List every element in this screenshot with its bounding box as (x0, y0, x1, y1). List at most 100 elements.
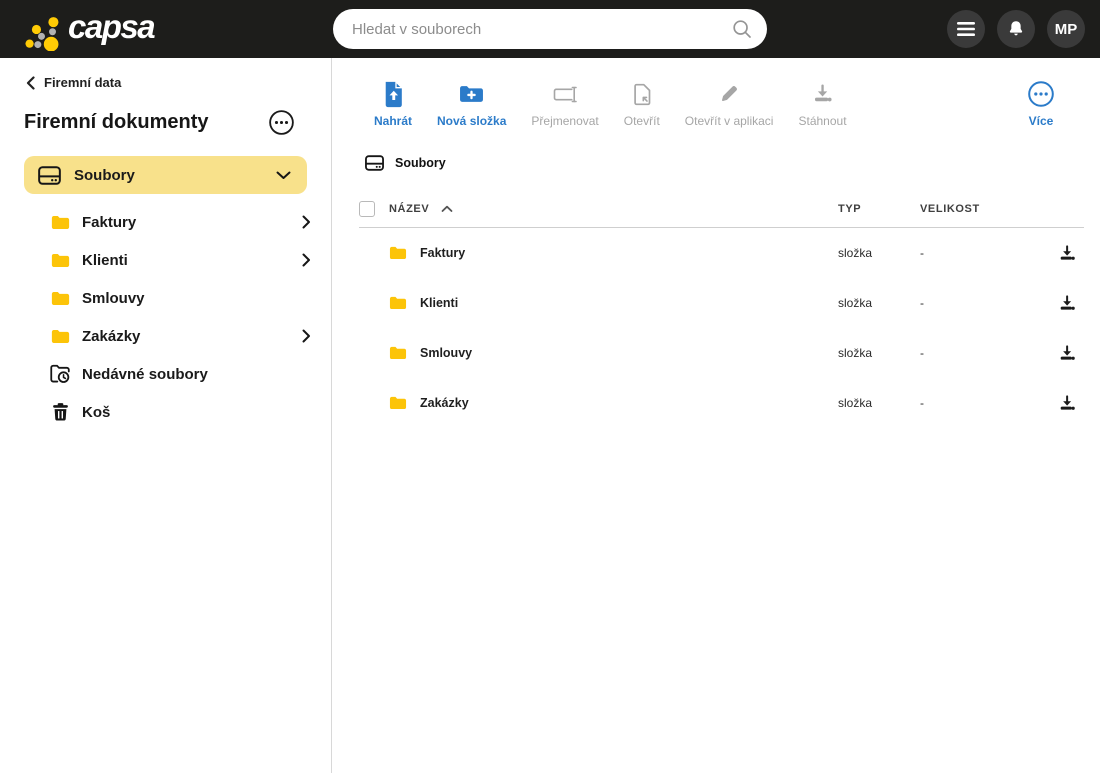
menu-button[interactable] (947, 10, 985, 48)
sort-ascending-icon[interactable] (441, 205, 453, 213)
download-icon (1059, 245, 1076, 262)
active-item-label: Soubory (74, 167, 135, 184)
row-download-button[interactable] (1059, 395, 1084, 412)
file-type: složka (838, 296, 920, 310)
toolbar-button-label: Otevřít (624, 114, 660, 128)
sidebar-item[interactable]: Faktury (0, 203, 331, 241)
breadcrumb[interactable]: Soubory (359, 155, 1084, 171)
search-icon (732, 19, 752, 39)
toolbar-button[interactable]: Nová složka (432, 79, 511, 128)
download-icon (813, 84, 833, 104)
toolbar-button[interactable]: Přejmenovat (526, 79, 603, 128)
drive-icon (38, 166, 61, 185)
file-name: Smlouvy (420, 346, 472, 360)
download-icon (1059, 345, 1076, 362)
brand-name: capsa (68, 8, 154, 46)
sidebar-item[interactable]: Smlouvy (0, 279, 331, 317)
drive-icon (365, 155, 384, 171)
table-row[interactable]: Klienti složka - (359, 278, 1084, 328)
back-link-label: Firemní data (44, 75, 121, 90)
file-size: - (920, 396, 1038, 410)
search-input[interactable] (333, 9, 767, 49)
toolbar-button[interactable]: Otevřít v aplikaci (680, 79, 779, 128)
file-type: složka (838, 246, 920, 260)
sidebar-item-label: Zakázky (82, 328, 140, 345)
sidebar-item-label: Faktury (82, 214, 136, 231)
table-row[interactable]: Zakázky složka - (359, 378, 1084, 428)
hamburger-icon (956, 20, 976, 38)
sidebar-item-label: Koš (82, 404, 110, 421)
toolbar-button-label: Nová složka (437, 114, 506, 128)
column-header-name[interactable]: NÁZEV (389, 203, 429, 215)
chevron-right-icon[interactable] (302, 329, 311, 343)
ellipsis-circle-icon (268, 109, 295, 136)
folder-icon (389, 396, 407, 410)
bell-icon (1006, 19, 1026, 40)
open-file-icon (632, 83, 652, 106)
table-row[interactable]: Faktury složka - (359, 228, 1084, 278)
page-title: Firemní dokumenty (24, 111, 208, 134)
file-type: složka (838, 346, 920, 360)
file-size: - (920, 296, 1038, 310)
chevron-left-icon (26, 76, 35, 90)
avatar-initials: MP (1055, 21, 1078, 38)
sidebar-item[interactable]: Koš (0, 393, 331, 431)
sidebar-item-label: Smlouvy (82, 290, 145, 307)
chevron-down-icon (276, 171, 291, 180)
sidebar-item-label: Nedávné soubory (82, 366, 208, 383)
toolbar: Nahrát (359, 58, 1084, 128)
toolbar-button-label: Otevřít v aplikaci (685, 114, 774, 128)
workspace-menu-button[interactable] (268, 109, 295, 136)
sidebar-item[interactable]: Nedávné soubory (0, 355, 331, 393)
folder-icon (51, 253, 70, 268)
pencil-icon (719, 84, 739, 104)
toolbar-button-label: Nahrát (374, 114, 412, 128)
ellipsis-circle-icon (1027, 80, 1055, 108)
main-content: Nahrát (332, 58, 1100, 773)
breadcrumb-label: Soubory (395, 156, 446, 170)
file-name: Zakázky (420, 396, 469, 410)
folder-icon (51, 215, 70, 230)
file-size: - (920, 346, 1038, 360)
sidebar-item[interactable]: Klienti (0, 241, 331, 279)
toolbar-button[interactable]: Otevřít (619, 79, 665, 128)
recent-files-icon (50, 364, 71, 384)
folder-icon (51, 329, 70, 344)
column-header-type[interactable]: TYP (838, 203, 920, 215)
folder-icon (51, 291, 70, 306)
toolbar-button-label: Stáhnout (798, 114, 846, 128)
chevron-right-icon[interactable] (302, 215, 311, 229)
file-table: NÁZEV TYP VELIKOST Faktury (359, 190, 1084, 428)
sidebar-nav: Faktury Klienti (0, 203, 331, 431)
chevron-right-icon[interactable] (302, 253, 311, 267)
logo-dots-icon (12, 7, 60, 51)
more-button-label: Více (1029, 114, 1054, 128)
row-download-button[interactable] (1059, 295, 1084, 312)
top-actions: MP (947, 10, 1100, 48)
file-name: Faktury (420, 246, 465, 260)
avatar[interactable]: MP (1047, 10, 1085, 48)
column-header-size[interactable]: VELIKOST (920, 203, 1038, 215)
sidebar-item-soubory[interactable]: Soubory (24, 156, 307, 194)
notifications-button[interactable] (997, 10, 1035, 48)
table-header: NÁZEV TYP VELIKOST (359, 190, 1084, 228)
table-row[interactable]: Smlouvy složka - (359, 328, 1084, 378)
folder-icon (389, 246, 407, 260)
row-download-button[interactable] (1059, 345, 1084, 362)
download-icon (1059, 295, 1076, 312)
toolbar-button[interactable]: Stáhnout (793, 79, 851, 128)
file-name: Klienti (420, 296, 458, 310)
folder-icon (389, 346, 407, 360)
row-download-button[interactable] (1059, 245, 1084, 262)
search-bar[interactable] (333, 9, 767, 49)
app-logo[interactable]: capsa (0, 7, 333, 51)
more-button[interactable]: Více (1022, 79, 1060, 128)
file-size: - (920, 246, 1038, 260)
back-link[interactable]: Firemní data (0, 75, 331, 90)
select-all-checkbox[interactable] (359, 201, 375, 217)
new-folder-icon (459, 84, 484, 104)
sidebar-item[interactable]: Zakázky (0, 317, 331, 355)
folder-icon (389, 296, 407, 310)
toolbar-button[interactable]: Nahrát (369, 79, 417, 128)
upload-file-icon (382, 81, 405, 108)
